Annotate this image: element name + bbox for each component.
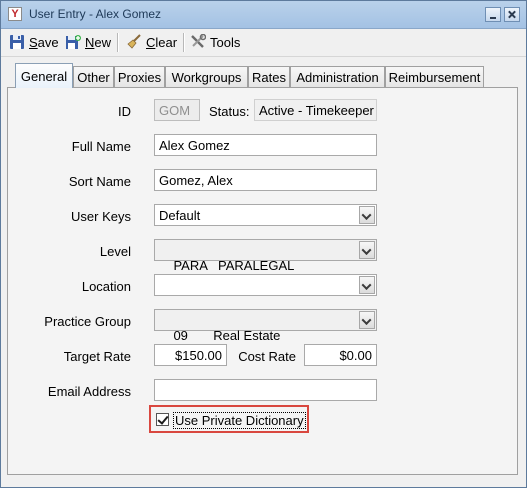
tab-proxies[interactable]: Proxies: [114, 66, 165, 87]
status-label: Status:: [209, 104, 250, 119]
user-keys-value: Default: [159, 208, 201, 223]
target-rate-input[interactable]: $150.00: [154, 344, 227, 366]
cost-rate-input[interactable]: $0.00: [304, 344, 377, 366]
location-label: Location: [81, 279, 131, 294]
use-private-dictionary-label[interactable]: Use Private Dictionary: [173, 412, 306, 429]
email-address-label: Email Address: [47, 384, 131, 399]
broom-icon: [126, 34, 142, 50]
practice-group-dropdown[interactable]: 09 Real Estate: [154, 309, 377, 343]
new-button[interactable]: New: [65, 32, 111, 52]
save-button[interactable]: Save: [9, 32, 59, 52]
location-dropdown[interactable]: [154, 274, 377, 296]
user-entry-window: Y User Entry - Alex Gomez Save New Clear: [0, 0, 527, 488]
id-field: GOM: [154, 99, 200, 121]
chevron-down-icon[interactable]: [359, 311, 375, 329]
full-name-input[interactable]: Alex Gomez: [154, 134, 377, 156]
id-label: ID: [118, 104, 131, 119]
private-dictionary-highlight: Use Private Dictionary: [149, 405, 309, 433]
tab-administration[interactable]: Administration: [290, 66, 385, 87]
email-address-input[interactable]: [154, 379, 377, 401]
toolbar: Save New Clear Tools: [1, 29, 526, 57]
tab-workgroups[interactable]: Workgroups: [165, 66, 248, 87]
title-bar: Y User Entry - Alex Gomez: [1, 1, 526, 29]
save-mnemonic: S: [29, 34, 38, 50]
save-label: ave: [37, 34, 59, 50]
tools-button[interactable]: Tools: [190, 32, 240, 52]
new-mnemonic: N: [85, 34, 95, 50]
clear-mnemonic: C: [146, 34, 156, 50]
floppy-disk-icon: [9, 34, 25, 50]
tab-rates[interactable]: Rates: [248, 66, 290, 87]
clear-label: lear: [155, 34, 178, 50]
tab-other[interactable]: Other: [73, 66, 114, 87]
clear-button[interactable]: Clear: [126, 32, 177, 52]
use-private-dictionary-checkbox[interactable]: [156, 413, 169, 426]
toolbar-separator: [117, 33, 119, 52]
target-rate-label: Target Rate: [63, 349, 131, 364]
full-name-label: Full Name: [71, 139, 131, 154]
user-keys-label: User Keys: [71, 209, 131, 224]
sort-name-input[interactable]: Gomez, Alex: [154, 169, 377, 191]
user-keys-dropdown[interactable]: Default: [154, 204, 377, 226]
level-value: PARA PARALEGAL: [173, 258, 295, 273]
tab-strip: General Other Proxies Workgroups Rates A…: [1, 63, 526, 88]
level-dropdown[interactable]: PARA PARALEGAL: [154, 239, 377, 273]
minimize-button[interactable]: [485, 7, 501, 22]
close-button[interactable]: [504, 7, 520, 22]
app-icon: Y: [8, 7, 22, 21]
practice-group-label: Practice Group: [44, 314, 131, 329]
toolbar-separator: [183, 33, 185, 52]
cost-rate-label: Cost Rate: [238, 349, 296, 364]
chevron-down-icon[interactable]: [359, 206, 375, 224]
new-label: ew: [94, 34, 112, 50]
window-title: User Entry - Alex Gomez: [29, 7, 162, 21]
sort-name-label: Sort Name: [68, 174, 131, 189]
tools-icon: [190, 33, 207, 50]
tools-label: Tools: [210, 34, 241, 50]
tab-general[interactable]: General: [15, 63, 73, 88]
tab-reimbursement[interactable]: Reimbursement: [385, 66, 484, 87]
chevron-down-icon[interactable]: [359, 241, 375, 259]
level-label: Level: [99, 244, 131, 259]
status-value: Active - Timekeeper: [254, 99, 377, 121]
new-record-icon: [65, 34, 81, 50]
practice-group-value: 09 Real Estate: [173, 328, 281, 343]
chevron-down-icon[interactable]: [359, 276, 375, 294]
